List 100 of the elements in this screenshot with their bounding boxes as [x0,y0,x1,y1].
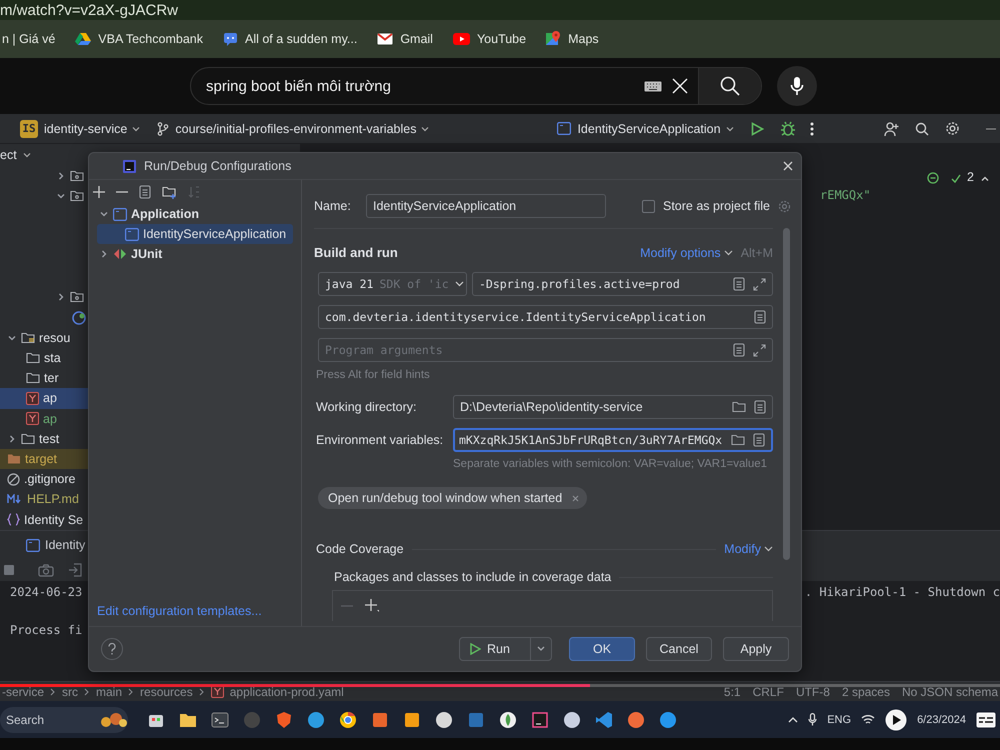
expand-icon[interactable] [753,344,766,356]
taskbar-search[interactable]: Search [0,706,128,732]
breadcrumb[interactable]: main [96,684,122,698]
paste-icon[interactable] [754,400,766,414]
project-selector[interactable]: identity-service [44,122,142,136]
search-button[interactable] [698,68,761,104]
tree-item[interactable]: Identity Se [0,509,300,530]
run-icon[interactable] [750,122,764,136]
tree-item[interactable]: ap [0,408,300,429]
captions-icon[interactable] [976,712,996,728]
run-tab[interactable]: Identity [26,538,86,552]
tree-item[interactable]: test [0,428,300,449]
bookmark[interactable]: n | Giá vé [2,32,56,46]
folder-icon[interactable] [731,434,745,446]
chevron-right-icon [128,688,134,696]
new-folder-icon[interactable] [162,186,177,198]
tree-item[interactable]: .gitignore [0,469,300,490]
configuration-item[interactable]: Application [97,204,293,224]
language-indicator[interactable]: ENG [827,714,852,726]
chevron-right-icon[interactable] [56,171,66,182]
branch-selector[interactable]: course/initial-profiles-environment-variables [175,122,430,136]
paste-icon[interactable] [753,433,765,447]
add-icon[interactable] [365,599,379,613]
status-item[interactable]: CRLF [752,684,784,698]
more-icon[interactable] [810,122,814,136]
wifi-icon[interactable] [861,714,876,725]
camera-icon[interactable] [38,564,54,576]
status-item[interactable]: 5:1 [724,684,741,698]
caret-icon[interactable] [536,645,546,653]
configuration-item[interactable]: JUnit [97,244,293,264]
paste-icon[interactable] [754,310,766,324]
status-item[interactable]: 2 spaces [842,684,890,698]
environment-variables-field[interactable]: mKXzqRkJ5K1AnSJbFrURqBtcn/3uRY7ArEMGQx [453,428,773,452]
vm-options-field[interactable]: -Dspring.profiles.active=prod [472,272,773,296]
keyboard-icon[interactable] [644,80,662,92]
dialog-button[interactable]: Cancel [646,637,712,661]
ide-icon[interactable] [530,710,550,730]
chevron-down-icon[interactable] [99,209,109,219]
add-user-icon[interactable] [884,120,900,136]
play-icon[interactable] [885,708,908,730]
exit-icon[interactable] [68,563,82,577]
chevron-right-icon[interactable] [99,249,109,259]
scrollbar[interactable] [783,228,790,560]
tree-item[interactable]: ter [0,368,300,388]
add-icon[interactable] [93,186,105,198]
checkbox[interactable] [642,200,655,212]
paste-icon[interactable] [733,343,745,357]
search-icon[interactable] [914,122,929,136]
minimize-icon[interactable] [986,128,996,130]
chevron-up-icon[interactable] [788,716,798,724]
tree-item[interactable]: sta [0,348,300,368]
paste-icon[interactable] [733,277,745,291]
tree-item[interactable]: resou [0,328,300,348]
window-icon [113,208,127,220]
main-class-field[interactable]: com.devteria.identityservice.IdentityServiceApplication [318,305,773,329]
chevron-down-icon[interactable] [22,150,32,160]
chevron-right-icon[interactable] [56,292,66,302]
bookmark[interactable]: Gmail [377,32,433,46]
chrome-icon[interactable] [338,710,358,730]
shield-icon[interactable] [274,710,294,730]
folder-icon[interactable] [732,401,746,413]
option-chip[interactable]: Open run/debug tool window when started [318,487,588,509]
voice-search-button[interactable] [777,66,817,106]
minus-circle-icon[interactable] [927,172,940,184]
run-button[interactable]: Run [459,637,552,661]
breadcrumb[interactable]: src [62,684,78,698]
microphone-icon[interactable] [808,713,818,726]
search-field[interactable]: spring boot biến môi trường [190,67,762,105]
leaf-icon[interactable] [498,710,518,730]
status-item[interactable]: UTF-8 [796,684,830,698]
clear-icon[interactable] [672,78,688,94]
inspection-count[interactable]: 2 [967,170,974,184]
working-directory-field[interactable]: D:\Devteria\Repo\identity-service [453,395,773,419]
dialog-button[interactable]: Apply [723,637,789,661]
code-editor-icon[interactable] [594,710,614,730]
store-label[interactable]: Store as project file [663,199,770,213]
bookmark[interactable]: Maps [546,31,599,47]
run-configuration-selector[interactable]: IdentityServiceApplication [577,122,735,136]
help-button[interactable] [101,638,123,660]
bookmark[interactable]: All of a sudden my... [222,32,358,46]
close-icon[interactable] [783,161,793,171]
breadcrumb[interactable]: application-prod.yaml [230,684,344,698]
url-text[interactable]: m/watch?v=v2aX-gJACRw [0,2,178,18]
paste-icon[interactable] [139,185,151,199]
yaml-file-icon [26,392,40,405]
bug-icon[interactable] [780,120,796,136]
tree-item[interactable]: HELP.md [0,489,300,510]
bookmark[interactable]: VBA Techcombank [75,32,203,46]
name-field[interactable]: IdentityServiceApplication [366,194,606,218]
expand-icon[interactable] [753,278,766,290]
panel-title[interactable]: ect [0,148,17,162]
settings-icon[interactable] [944,121,960,136]
bookmark[interactable]: YouTube [452,32,526,46]
status-item[interactable]: No JSON schema [902,684,998,698]
jdk-dropdown[interactable]: java 21 SDK of 'ic [318,272,467,296]
breadcrumb[interactable]: resources [140,684,193,698]
ok-button[interactable]: OK [569,637,635,661]
configuration-item[interactable]: IdentityServiceApplication [97,224,293,244]
breadcrumb[interactable]: -service [2,684,44,698]
terminal-icon[interactable] [210,710,230,730]
